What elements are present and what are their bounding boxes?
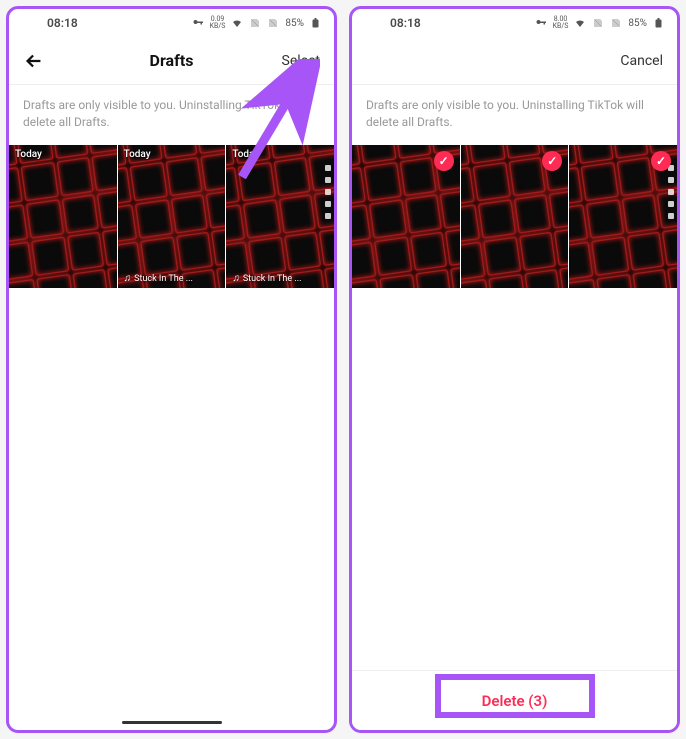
thumb-date-label: Today [124,149,151,160]
info-text: Drafts are only visible to you. Uninstal… [9,85,334,145]
draft-thumb[interactable]: ✓ [569,145,677,289]
key-icon [192,17,204,29]
sim-icon-2 [267,17,279,29]
phone-right: 08:18 8.00 KB/S 85% Cancel Drafts are on… [349,6,680,733]
header: Drafts Select [9,37,334,85]
check-icon[interactable]: ✓ [434,151,454,171]
info-text: Drafts are only visible to you. Uninstal… [352,85,677,145]
battery-percent: 85% [628,18,647,29]
music-note-icon: ♫ [232,273,240,284]
wifi-icon [231,17,243,29]
thumb-sound-label: ♫Stuck In The ... [232,273,330,284]
page-title: Drafts [150,51,194,70]
sim-icon [249,17,261,29]
delete-bar: Delete (3) [352,670,677,730]
phone-left: 08:18 0.09 KB/S 85% Drafts Select Drafts… [6,6,337,733]
sim-icon-2 [610,17,622,29]
battery-icon [653,17,665,29]
draft-thumb[interactable]: Today ♫Stuck In The ... [118,145,226,289]
draft-thumb[interactable]: Today ♫Stuck In The ... [226,145,334,289]
draft-thumb[interactable]: ✓ [461,145,569,289]
select-button[interactable]: Select [282,53,320,69]
music-note-icon: ♫ [124,273,132,284]
status-time: 08:18 [47,16,78,30]
delete-button[interactable]: Delete (3) [482,692,548,710]
thumb-date-label: Today [15,149,42,160]
home-indicator[interactable] [122,721,222,724]
drafts-grid: Today Today ♫Stuck In The ... Today ♫Stu… [9,145,334,289]
thumb-date-label: Today [232,149,259,160]
status-time: 08:18 [390,16,421,30]
thumb-sound-label: ♫Stuck In The ... [124,273,222,284]
back-icon[interactable] [23,50,45,72]
draft-thumb[interactable]: Today [9,145,117,289]
drafts-grid: ✓ ✓ ✓ [352,145,677,289]
network-speed: 8.00 KB/S [553,16,569,30]
check-icon[interactable]: ✓ [651,151,671,171]
header: Cancel [352,37,677,85]
network-speed: 0.09 KB/S [210,16,226,30]
status-icons: 8.00 KB/S 85% [535,16,665,30]
battery-percent: 85% [285,18,304,29]
cancel-button[interactable]: Cancel [620,53,663,69]
status-icons: 0.09 KB/S 85% [192,16,322,30]
check-icon[interactable]: ✓ [542,151,562,171]
key-icon [535,17,547,29]
wifi-icon [574,17,586,29]
battery-icon [310,17,322,29]
draft-thumb[interactable]: ✓ [352,145,460,289]
statusbar: 08:18 8.00 KB/S 85% [352,9,677,37]
statusbar: 08:18 0.09 KB/S 85% [9,9,334,37]
sim-icon [592,17,604,29]
